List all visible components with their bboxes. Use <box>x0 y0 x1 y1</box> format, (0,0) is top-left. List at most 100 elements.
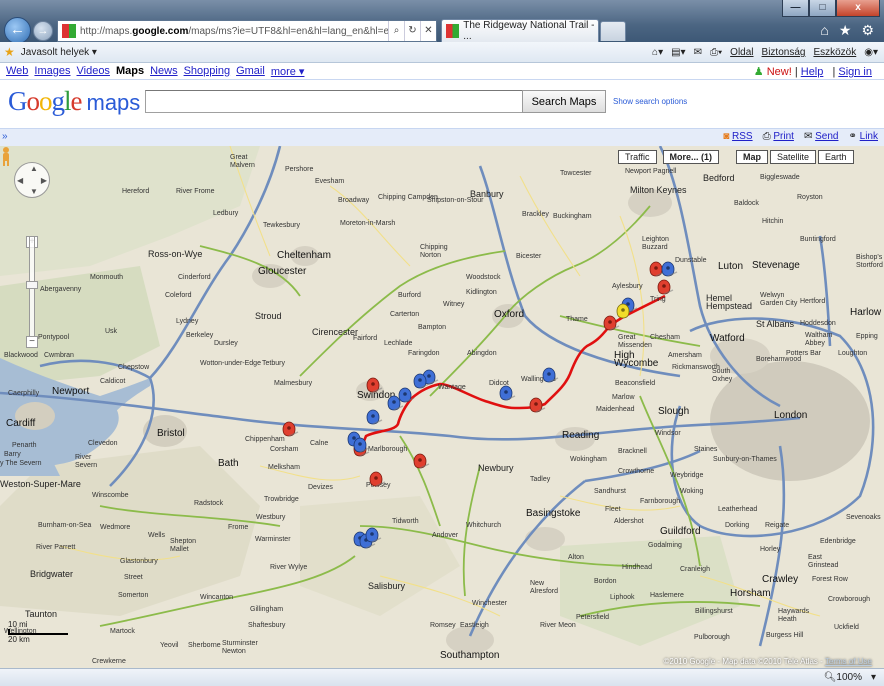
terms-link[interactable]: Terms of Use <box>825 657 872 666</box>
label-martock: Martock <box>110 628 135 635</box>
label-bridgwater: Bridgwater <box>30 569 74 579</box>
feeds-icon[interactable]: ▤▾ <box>671 47 685 58</box>
new-tab-button[interactable] <box>600 21 626 41</box>
pan-control[interactable]: ▲ ▼ ◀ ▶ <box>14 162 50 198</box>
nav-images[interactable]: Images <box>34 65 70 77</box>
label-pulborough: Pulborough <box>694 634 730 641</box>
rss-link[interactable]: RSS <box>732 131 753 142</box>
zoom-slider-handle[interactable] <box>26 281 38 289</box>
home-cmd-icon[interactable]: ⌂▾ <box>652 47 663 58</box>
maximize-button[interactable]: □ <box>809 0 836 17</box>
label-crewkerne: Crewkerne <box>92 658 126 665</box>
favorites-star-icon[interactable]: ★ <box>4 45 15 59</box>
label-westbury: Westbury <box>256 514 286 521</box>
map-type-map-button[interactable]: Map <box>736 150 768 164</box>
address-bar[interactable]: http://maps.google.com/maps/ms?ie=UTF8&h… <box>57 20 437 42</box>
suggested-sites-link[interactable]: Javasolt helyek ▾ <box>21 47 97 58</box>
map-canvas[interactable]: Great Malvern Pershore Evesham Hereford … <box>0 146 884 668</box>
label-borehamwood: Borehamwood <box>756 356 802 363</box>
label-biggleswade: Biggleswade <box>760 174 800 181</box>
label-slough: Slough <box>658 406 690 417</box>
nav-news[interactable]: News <box>150 65 178 77</box>
refresh-icon[interactable]: ↻ <box>404 21 420 41</box>
map-type-earth-button[interactable]: Earth <box>818 150 854 164</box>
zoom-slider[interactable] <box>29 236 35 346</box>
tab-ridgeway[interactable]: The Ridgeway National Trail - ... <box>441 19 599 42</box>
print-link[interactable]: Print <box>773 131 794 142</box>
label-somerton: Somerton <box>118 592 149 599</box>
new-badge: ♟ New! <box>753 66 792 78</box>
tools-icon[interactable]: ⚙ <box>861 22 874 39</box>
label-pershore: Pershore <box>285 166 314 173</box>
label-south-oxhey: South Oxhey <box>712 368 733 383</box>
nav-shopping[interactable]: Shopping <box>184 65 231 77</box>
link-link[interactable]: Link <box>860 131 878 142</box>
map-link-bar: » ◙ RSS ⎙ Print ✉ Send ⚭ Link <box>0 128 884 146</box>
label-guildford: Guildford <box>660 526 701 537</box>
close-button[interactable]: x <box>836 0 880 17</box>
search-icon[interactable]: ⌕ <box>388 21 404 41</box>
stop-icon[interactable]: ✕ <box>420 21 436 41</box>
label-pontypool: Pontypool <box>38 334 70 341</box>
nav-more[interactable]: more ▾ <box>271 65 305 78</box>
label-watford: Watford <box>710 333 745 344</box>
forward-button[interactable]: → <box>33 21 53 41</box>
nav-maps: Maps <box>115 65 145 77</box>
label-reading: Reading <box>562 430 600 441</box>
sign-in-link[interactable]: Sign in <box>838 66 872 78</box>
nav-gmail[interactable]: Gmail <box>236 65 265 77</box>
google-maps-logo[interactable]: Google maps <box>8 86 140 117</box>
label-glastonbury: Glastonbury <box>120 558 158 565</box>
page-menu[interactable]: Oldal <box>730 47 753 58</box>
label-usk: Usk <box>105 328 118 335</box>
help-link[interactable]: Help <box>801 66 824 78</box>
mail-icon[interactable]: ✉ <box>694 47 702 58</box>
help-icon[interactable]: ◉▾ <box>864 47 878 58</box>
label-fairford: Fairford <box>353 335 378 342</box>
label-vale-severn: y The Severn <box>0 460 42 467</box>
search-input[interactable] <box>145 90 523 113</box>
label-aldershot: Aldershot <box>614 518 644 525</box>
security-menu[interactable]: Biztonság <box>762 47 806 58</box>
label-shaftesbury: Shaftesbury <box>248 622 286 629</box>
label-coleford: Coleford <box>165 292 192 299</box>
zoom-dropdown-icon[interactable]: ▾ <box>871 672 876 683</box>
pan-up-icon[interactable]: ▲ <box>30 164 38 173</box>
zoom-out-button[interactable]: − <box>26 336 38 348</box>
label-edenbridge: Edenbridge <box>820 538 856 545</box>
label-andover: Andover <box>432 532 459 539</box>
label-great-malvern: Great Malvern <box>230 154 255 169</box>
pan-down-icon[interactable]: ▼ <box>30 187 38 196</box>
label-farnborough: Farnborough <box>640 498 681 505</box>
back-button[interactable]: ← <box>4 17 31 44</box>
minimize-button[interactable]: — <box>782 0 809 17</box>
pegman-icon[interactable] <box>0 146 12 166</box>
favorites-icon[interactable]: ★ <box>839 22 852 39</box>
nav-videos[interactable]: Videos <box>77 65 110 77</box>
label-salisbury: Salisbury <box>368 581 406 591</box>
search-maps-button[interactable]: Search Maps <box>522 90 606 113</box>
label-cirencester: Cirencester <box>312 327 359 337</box>
print-icon[interactable]: ⎙▾ <box>710 47 722 58</box>
zoom-level[interactable]: 🔍︎100% <box>824 672 862 683</box>
tools-menu[interactable]: Eszközök <box>813 47 856 58</box>
map-type-satellite-button[interactable]: Satellite <box>770 150 817 164</box>
label-sturminster: Sturminster Newton <box>222 640 258 655</box>
label-crowthorne: Crowthorne <box>618 468 655 475</box>
panel-toggle-button[interactable]: » <box>2 131 8 142</box>
label-dursley: Dursley <box>214 340 238 347</box>
home-icon[interactable]: ⌂ <box>820 22 828 39</box>
label-bishops-stortford: Bishop's Stortford <box>856 254 883 269</box>
label-milton-keynes: Milton Keynes <box>630 185 687 195</box>
pan-left-icon[interactable]: ◀ <box>17 176 23 185</box>
send-link[interactable]: Send <box>815 131 838 142</box>
address-text[interactable]: http://maps.google.com/maps/ms?ie=UTF8&h… <box>80 26 388 37</box>
nav-web[interactable]: Web <box>6 65 28 77</box>
search-options-link[interactable]: Show search options <box>613 97 687 106</box>
pan-right-icon[interactable]: ▶ <box>41 176 47 185</box>
more-button[interactable]: More... (1) <box>662 150 720 164</box>
traffic-button[interactable]: Traffic <box>618 150 657 164</box>
label-hertford: Hertford <box>800 298 826 305</box>
overlay-buttons: Traffic More... (1) <box>618 150 720 164</box>
label-aylesbury: Aylesbury <box>612 283 643 290</box>
